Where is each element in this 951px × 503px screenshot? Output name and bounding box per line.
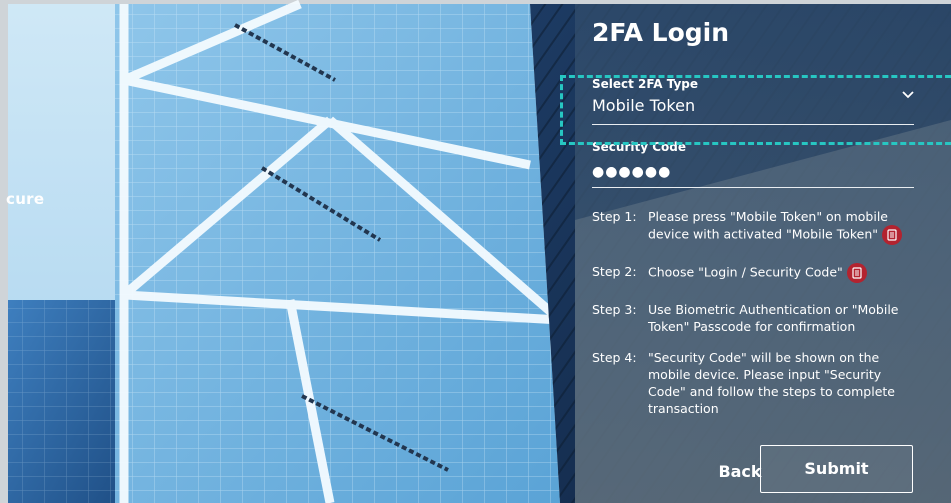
code-underline [592,187,914,188]
focus-highlight [560,75,951,145]
login-page: cure 2FA Login Select 2FA Type Mobile To… [0,0,951,503]
mobile-token-icon [882,225,903,245]
side-tagline: cure [6,190,45,208]
step-text: Please press "Mobile Token" on mobile de… [648,208,908,245]
step-label: Step 4: [592,350,637,365]
security-code-input[interactable]: ●●●●●● [592,164,671,180]
step-text: "Security Code" will be shown on the mob… [648,350,895,416]
page-title: 2FA Login [592,18,730,47]
step-label: Step 1: [592,209,637,224]
step-label: Step 3: [592,302,637,317]
step-text: Choose "Login / Security Code" [648,263,908,283]
login-code-icon [846,263,867,283]
step-label: Step 2: [592,264,637,279]
submit-button[interactable]: Submit [760,445,913,493]
step-text: Use Biometric Authentication or "Mobile … [648,302,899,334]
